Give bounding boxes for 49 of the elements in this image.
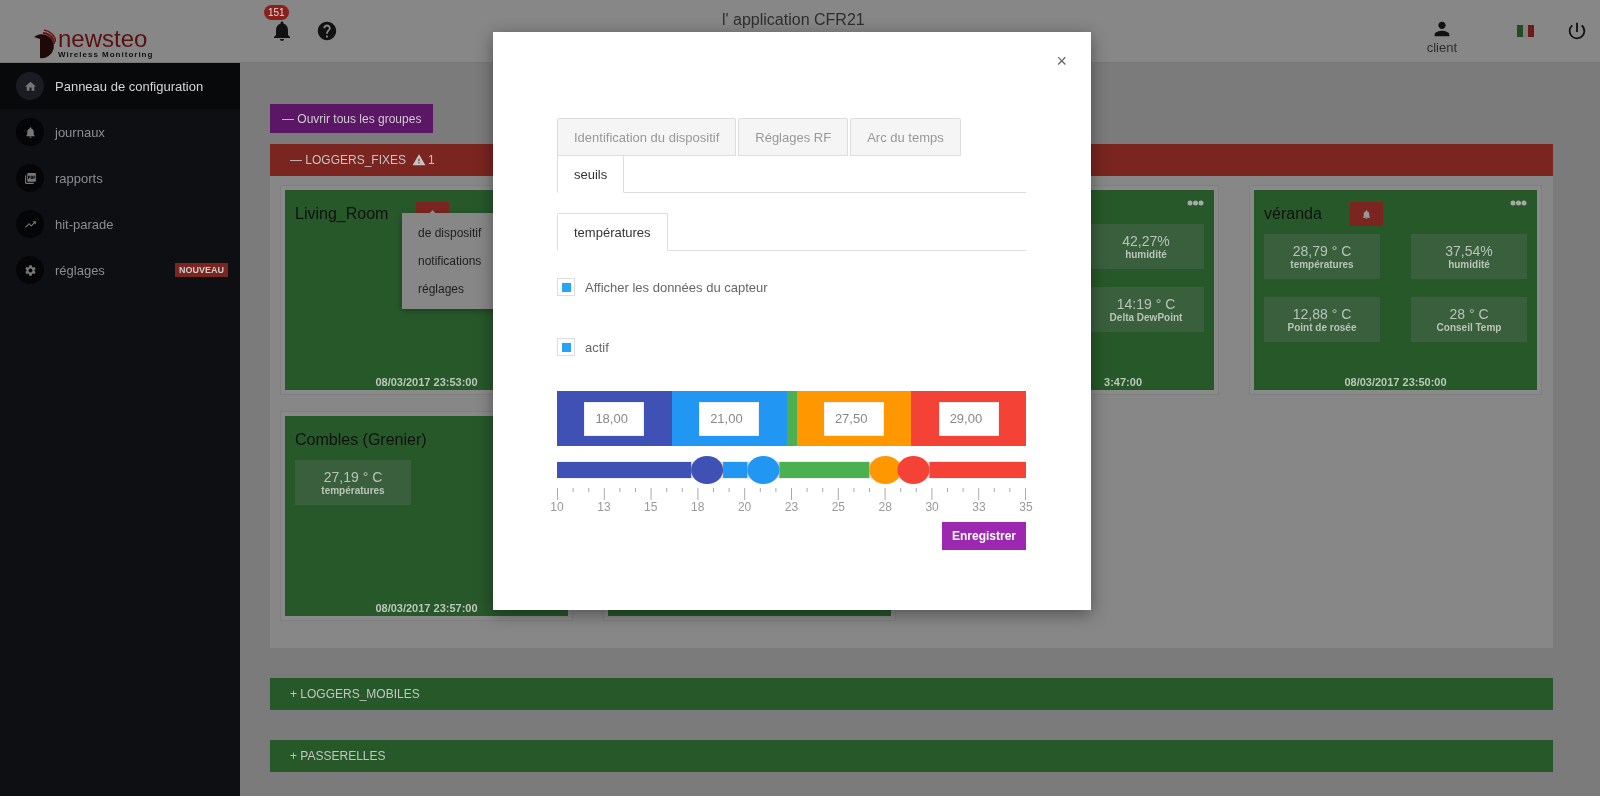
metric-label: Conseil Temp <box>1436 322 1502 333</box>
card-title: véranda <box>1264 205 1322 223</box>
metric-label: Delta DewPoint <box>1109 312 1183 323</box>
metric-label: humidité <box>1448 259 1490 270</box>
scale-label: 20 <box>736 500 753 514</box>
checkbox-label: Afficher les données du capteur <box>585 279 768 295</box>
new-tag: NOUVEAU <box>175 263 228 277</box>
metric-label: températures <box>1290 259 1354 270</box>
timestamp: 08/03/2017 23:50:00 <box>1343 376 1448 390</box>
metric-value: 42,27% <box>1122 233 1170 249</box>
metric-value: 28,79 ° C <box>1292 243 1352 259</box>
nav-label: hit-parade <box>55 216 115 232</box>
alert-count: 1 <box>428 153 435 167</box>
metric-value: 37,54% <box>1445 243 1493 259</box>
nav-label: réglages <box>55 262 106 278</box>
scale-label: 28 <box>877 500 893 514</box>
group-title: + LOGGERS_MOBILES <box>290 687 420 701</box>
app-title: l' application CFR21 <box>722 11 865 29</box>
logo-text: newsteo <box>58 27 149 50</box>
group-title: + PASSERELLES <box>290 749 386 763</box>
metric-label: humidité <box>1125 249 1167 260</box>
scale-label: 15 <box>643 500 659 514</box>
metric-value: 27,19 ° C <box>323 469 383 485</box>
metric-label: Point de rosée <box>1287 322 1357 333</box>
checkbox-label: actif <box>585 339 609 355</box>
user-name: client <box>1426 39 1457 55</box>
nav-label: journaux <box>55 124 106 140</box>
timestamp: 08/03/2017 23:57:00 <box>374 602 479 616</box>
logo-tagline: Wireless Monitoring <box>58 49 154 59</box>
scale-label: 13 <box>596 500 612 514</box>
scale-label: 35 <box>1018 500 1034 514</box>
metric-label: températures <box>321 485 385 496</box>
scale-label: 30 <box>924 500 940 514</box>
timestamp: 08/03/2017 23:53:00 <box>374 376 479 390</box>
nav-label: rapports <box>55 170 104 186</box>
metric-value: 12,88 ° C <box>1292 306 1352 322</box>
group-title: — LOGGERS_FIXES <box>290 153 407 167</box>
timestamp: 3:47:00 <box>1103 376 1143 390</box>
scale-label: 25 <box>830 500 846 514</box>
card-title: Living_Room <box>295 205 389 223</box>
card-title: Combles (Grenier) <box>295 431 427 449</box>
metric-value: 14:19 ° C <box>1116 296 1176 312</box>
scale-label: 23 <box>783 500 800 514</box>
metric-value: 28 ° C <box>1449 306 1489 322</box>
scale-label: 10 <box>549 500 565 514</box>
notification-count: 151 <box>264 5 289 20</box>
scale-label: 33 <box>971 500 987 514</box>
scale-label: 18 <box>690 500 706 514</box>
nav-label: Panneau de configuration <box>55 78 205 94</box>
